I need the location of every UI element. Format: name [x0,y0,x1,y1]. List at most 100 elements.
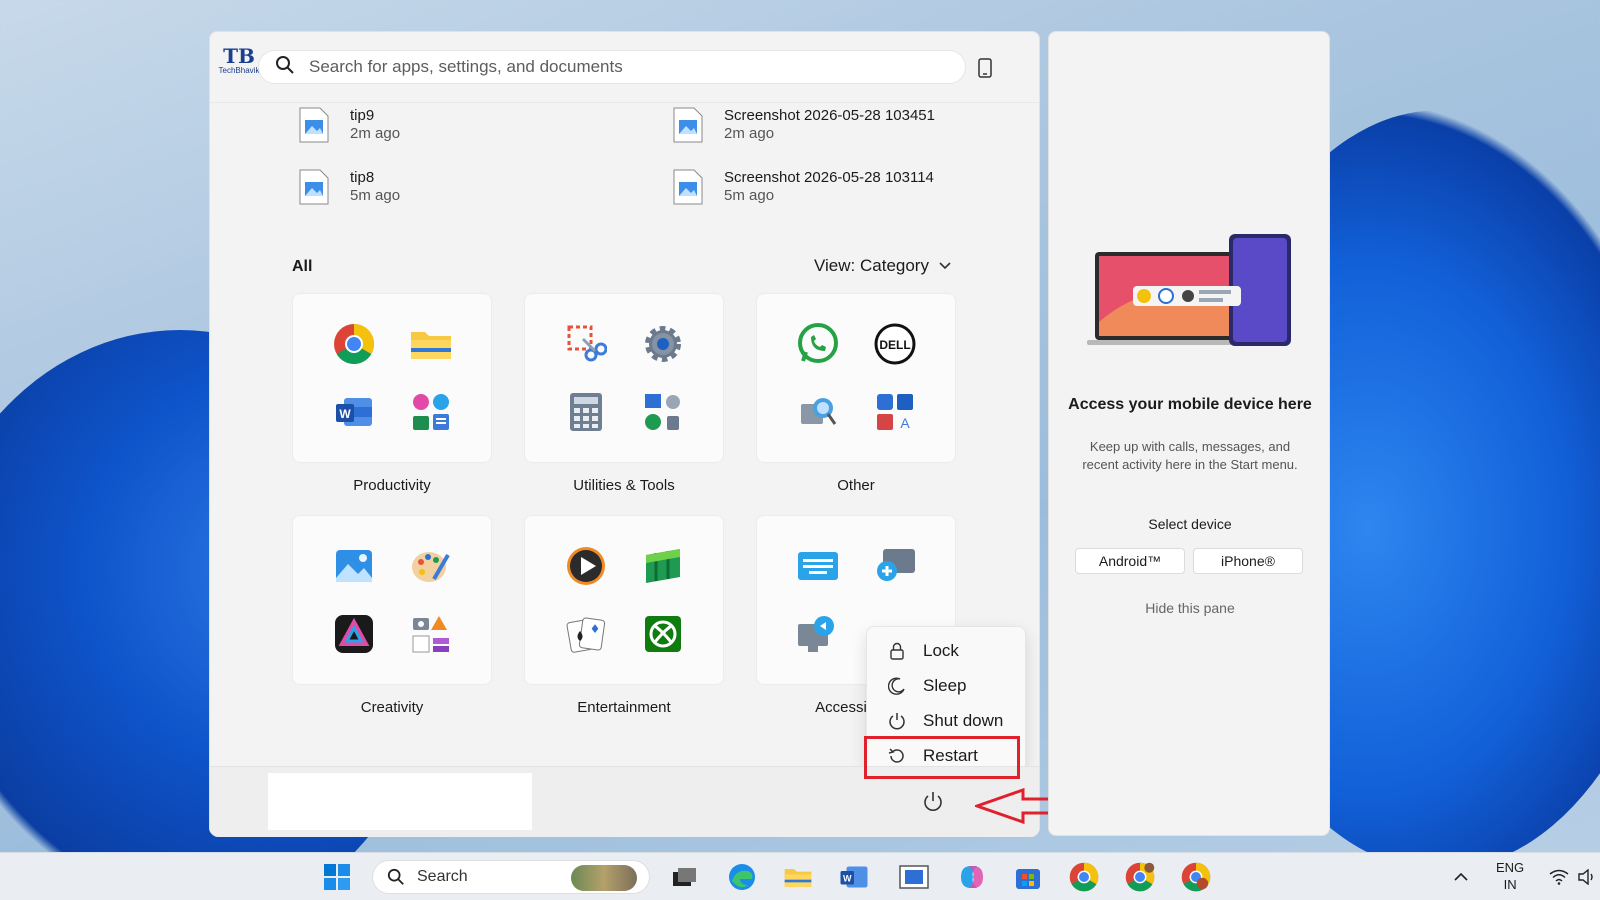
edge-button[interactable] [726,861,758,893]
taskbar: W ENG IN [0,852,1600,900]
wifi-status[interactable] [1548,866,1570,888]
language-indicator[interactable]: ENG IN [1496,859,1524,893]
recent-item[interactable]: tip9 2m ago [298,107,400,143]
screen-window-button[interactable] [898,861,930,893]
chrome-profile-2-button[interactable] [1180,861,1212,893]
recent-item[interactable]: Screenshot 2026-05-28 103451 2m ago [672,107,935,143]
power-sleep-item[interactable]: Sleep [867,669,1027,703]
taskbar-search-box[interactable] [372,860,650,894]
chrome-profile-icon [1125,862,1155,892]
category-folder[interactable]: ♦ [524,515,724,685]
category-productivity[interactable]: W Productivity [292,293,492,494]
image-file-icon [673,169,703,205]
taskbar-search-input[interactable] [417,868,567,886]
search-input[interactable] [309,57,929,77]
word-icon[interactable]: W [315,378,392,446]
whatsapp-icon[interactable] [779,310,856,378]
phone-link-button[interactable] [974,56,996,80]
recent-item-time: 5m ago [724,187,775,204]
task-view-button[interactable] [668,861,700,893]
system-tools-folder-icon[interactable] [624,378,701,446]
word-button[interactable]: W [838,861,870,893]
sleep-icon [887,676,907,696]
image-file-icon [299,107,329,143]
file-explorer-button[interactable] [782,861,814,893]
magnifier-icon[interactable] [856,532,933,600]
restart-highlight-box [864,736,1020,779]
show-hidden-icons-button[interactable] [1450,866,1472,888]
settings-icon[interactable] [624,310,701,378]
category-folder[interactable] [292,515,492,685]
recent-item-name: tip9 [350,107,375,124]
power-shutdown-item[interactable]: Shut down [867,704,1027,738]
chrome-button[interactable] [1068,861,1100,893]
chrome-icon[interactable] [315,310,392,378]
view-category-dropdown[interactable]: View: Category [814,256,951,276]
search-icon [387,868,404,885]
calculator-icon[interactable] [547,378,624,446]
divider [210,102,1039,103]
category-folder[interactable]: DELL A [756,293,956,463]
category-entertainment[interactable]: ♦ Entertainment [524,515,724,716]
clipchamp-icon[interactable] [315,600,392,668]
chrome-profile-icon [1181,862,1211,892]
chrome-profile-button[interactable] [1124,861,1156,893]
view-label: View: Category [814,256,929,275]
power-button[interactable] [922,791,944,813]
power-lock-item[interactable]: Lock [867,634,1027,668]
other-apps-folder-icon[interactable]: A [856,378,933,446]
volume-icon [1578,869,1593,885]
recent-item-time: 5m ago [350,187,401,204]
recent-item[interactable]: Screenshot 2026-05-28 103114 5m ago [672,169,934,205]
recent-item-name: tip8 [350,169,375,186]
category-label: Productivity [353,477,431,494]
office-apps-folder-icon[interactable] [392,378,469,446]
category-other[interactable]: DELL A Other [756,293,956,494]
category-label: Creativity [360,699,424,716]
on-screen-keyboard-icon[interactable] [779,532,856,600]
chevron-down-icon [939,262,951,270]
start-search-box[interactable] [258,50,966,84]
search-highlight-image [571,865,637,891]
iphone-button[interactable]: iPhone® [1193,548,1303,574]
language-code: ENG [1496,860,1525,875]
quick-assist-icon[interactable] [779,378,856,446]
creativity-folder-icon[interactable] [392,600,469,668]
solitaire-collection-icon[interactable] [624,532,701,600]
paint-icon[interactable] [392,532,469,600]
media-player-icon[interactable] [547,532,624,600]
laptop-phone-illustration-icon [1087,234,1291,346]
user-account-area[interactable] [268,773,532,830]
android-button[interactable]: Android™ [1075,548,1185,574]
photos-icon[interactable] [315,532,392,600]
sleep-label: Sleep [923,676,967,695]
volume-status[interactable] [1576,866,1598,888]
select-device-label: Select device [1148,516,1232,532]
xbox-icon[interactable] [624,600,701,668]
logo-word: TechBhavik [218,66,260,75]
category-folder[interactable]: W [292,293,492,463]
hide-pane-link[interactable]: Hide this pane [1049,600,1331,616]
file-explorer-icon[interactable] [392,310,469,378]
category-creativity[interactable]: Creativity [292,515,492,716]
logo-mark: TB [223,44,255,68]
start-button[interactable] [321,861,353,893]
lock-icon [887,641,907,661]
word-icon: W [840,866,868,888]
copilot-button[interactable] [956,861,988,893]
dell-icon[interactable]: DELL [856,310,933,378]
microsoft-store-button[interactable] [1012,861,1044,893]
narrator-icon[interactable] [779,600,856,668]
snipping-tool-icon[interactable] [547,310,624,378]
solitaire-icon[interactable]: ♦ [547,600,624,668]
category-folder[interactable] [524,293,724,463]
svg-text:DELL: DELL [879,338,910,352]
windows-logo-icon [324,864,350,890]
region-code: IN [1503,877,1517,892]
recent-item[interactable]: tip8 5m ago [298,169,400,205]
recent-item-time: 2m ago [724,125,775,142]
task-view-icon [673,868,696,886]
category-label: Entertainment [577,699,671,716]
techbhavik-logo: TB TechBhavik [216,46,262,80]
category-utilities-tools[interactable]: Utilities & Tools [524,293,724,494]
